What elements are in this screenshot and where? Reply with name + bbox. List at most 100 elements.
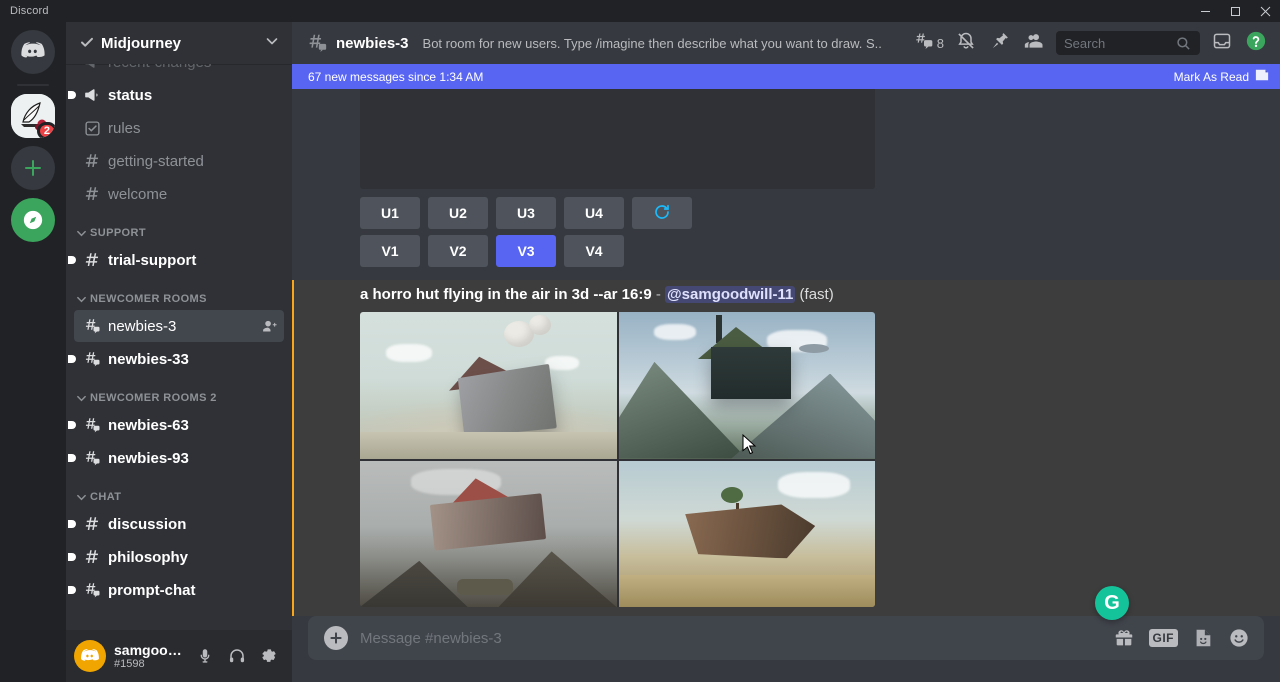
notifications-button[interactable] — [950, 27, 982, 59]
image-cell-4[interactable] — [619, 461, 876, 608]
pinned-messages-button[interactable] — [984, 27, 1016, 59]
grammarly-widget[interactable]: G — [1095, 586, 1129, 620]
sidebar-item-rules[interactable]: rules — [74, 112, 284, 144]
sidebar-item-discussion[interactable]: discussion — [74, 508, 284, 540]
unread-banner[interactable]: 67 new messages since 1:34 AM Mark As Re… — [292, 64, 1280, 89]
server-icon-midjourney[interactable]: 2 — [11, 94, 55, 138]
v1-button[interactable]: V1 — [360, 235, 420, 267]
sidebar-item-philosophy[interactable]: philosophy — [74, 541, 284, 573]
user-identity[interactable]: samgoodw... #1598 — [114, 642, 190, 671]
sidebar-item-label: welcome — [108, 186, 278, 203]
refresh-icon — [653, 203, 671, 224]
sidebar-item-newbies-63[interactable]: newbies-63 — [74, 409, 284, 441]
user-controls — [190, 641, 284, 671]
message-list[interactable]: U1 U2 U3 U4 V1 V2 V3 V4 — [292, 64, 1280, 616]
chevron-down-icon[interactable] — [264, 33, 280, 54]
sidebar-item-trial-support[interactable]: trial-support — [74, 244, 284, 276]
search-field[interactable] — [1064, 36, 1176, 51]
chevron-down-icon — [76, 393, 87, 404]
username: samgoodw... — [114, 642, 190, 658]
v3-button[interactable]: V3 — [496, 235, 556, 267]
sidebar-item-welcome[interactable]: welcome — [74, 178, 284, 210]
prompt-text: a horro hut flying in the air in 3d --ar… — [360, 286, 652, 303]
sidebar-item-recent-changes[interactable]: recent-changes — [74, 64, 284, 78]
channel-list-clipped-top: recent-changes — [66, 64, 292, 78]
category-chat[interactable]: CHAT — [66, 475, 292, 507]
add-server-button[interactable] — [11, 146, 55, 190]
hash-thread-icon — [82, 316, 102, 336]
help-button[interactable] — [1240, 27, 1272, 59]
guild-verified-icon — [80, 35, 94, 52]
upscale-buttons-previous: U1 U2 U3 U4 — [360, 189, 1264, 229]
add-member-icon[interactable] — [261, 318, 278, 335]
sidebar-item-status[interactable]: status — [74, 79, 284, 111]
sidebar-item-prompt-chat[interactable]: prompt-chat — [74, 574, 284, 606]
reroll-button[interactable] — [632, 197, 692, 229]
category-support[interactable]: SUPPORT — [66, 211, 292, 243]
sidebar-item-getting-started[interactable]: getting-started — [74, 145, 284, 177]
u2-button[interactable]: U2 — [428, 197, 488, 229]
hash-icon — [82, 250, 102, 270]
rail-divider — [17, 84, 49, 86]
gift-icon[interactable] — [1113, 627, 1135, 649]
u3-button[interactable]: U3 — [496, 197, 556, 229]
unread-dot — [68, 520, 76, 528]
prompt-separator: - — [656, 286, 661, 303]
window-titlebar: Discord — [0, 0, 1280, 22]
headphones-icon[interactable] — [222, 641, 252, 671]
v2-button[interactable]: V2 — [428, 235, 488, 267]
sidebar-item-label: philosophy — [108, 549, 278, 566]
category-label: NEWCOMER ROOMS 2 — [90, 392, 217, 404]
mark-as-read-button[interactable]: Mark As Read — [1174, 68, 1270, 85]
sticker-icon[interactable] — [1192, 627, 1214, 649]
add-attachment-icon[interactable] — [324, 626, 348, 650]
image-cell-1[interactable] — [360, 312, 617, 459]
message-list-inner: U1 U2 U3 U4 V1 V2 V3 V4 — [292, 64, 1280, 616]
inbox-button[interactable] — [1206, 27, 1238, 59]
explore-servers-button[interactable] — [11, 198, 55, 242]
unread-dot — [68, 256, 76, 264]
channel-list[interactable]: recent-changes status rules getting-star… — [66, 64, 292, 630]
guild-name: Midjourney — [101, 35, 264, 52]
minimize-button[interactable] — [1190, 0, 1220, 22]
maximize-button[interactable] — [1220, 0, 1250, 22]
message-input[interactable] — [360, 630, 1113, 647]
unread-dot — [68, 421, 76, 429]
sidebar-item-newbies-93[interactable]: newbies-93 — [74, 442, 284, 474]
category-newcomer-rooms-2[interactable]: NEWCOMER ROOMS 2 — [66, 376, 292, 408]
category-newcomer-rooms[interactable]: NEWCOMER ROOMS — [66, 277, 292, 309]
message-composer: GIF — [292, 616, 1280, 682]
gear-icon[interactable] — [254, 641, 284, 671]
home-button[interactable] — [11, 30, 55, 74]
user-mention[interactable]: @samgoodwill-11 — [665, 286, 795, 303]
u4-button[interactable]: U4 — [564, 197, 624, 229]
message-content: a horro hut flying in the air in 3d --ar… — [360, 280, 1264, 308]
v4-button[interactable]: V4 — [564, 235, 624, 267]
avatar[interactable] — [74, 640, 106, 672]
chat-area: newbies-3 Bot room for new users. Type /… — [292, 22, 1280, 682]
image-cell-3[interactable] — [360, 461, 617, 608]
message-previous: U1 U2 U3 U4 V1 V2 V3 V4 — [292, 64, 1280, 267]
composer-box[interactable]: GIF — [308, 616, 1264, 660]
threads-button[interactable]: 8 — [910, 27, 948, 59]
image-cell-2[interactable] — [619, 312, 876, 459]
image-grid-current[interactable] — [360, 312, 875, 607]
unread-dot — [68, 553, 76, 561]
unread-dot — [68, 355, 76, 363]
sidebar-item-label: status — [108, 87, 278, 104]
u1-button[interactable]: U1 — [360, 197, 420, 229]
channel-topic[interactable]: Bot room for new users. Type /imagine th… — [423, 36, 883, 51]
server-unread-badge: 2 — [37, 122, 55, 138]
sidebar-item-newbies-3[interactable]: newbies-3 — [74, 310, 284, 342]
sidebar-item-label: newbies-93 — [108, 450, 278, 467]
gif-button[interactable]: GIF — [1149, 629, 1179, 647]
microphone-icon[interactable] — [190, 641, 220, 671]
rules-icon — [82, 118, 102, 138]
sidebar-item-newbies-33[interactable]: newbies-33 — [74, 343, 284, 375]
guild-header[interactable]: Midjourney — [66, 22, 292, 64]
mark-read-icon — [1254, 68, 1270, 85]
close-button[interactable] — [1250, 0, 1280, 22]
member-list-button[interactable] — [1018, 27, 1050, 59]
search-input[interactable] — [1056, 31, 1200, 55]
emoji-icon[interactable] — [1228, 627, 1250, 649]
